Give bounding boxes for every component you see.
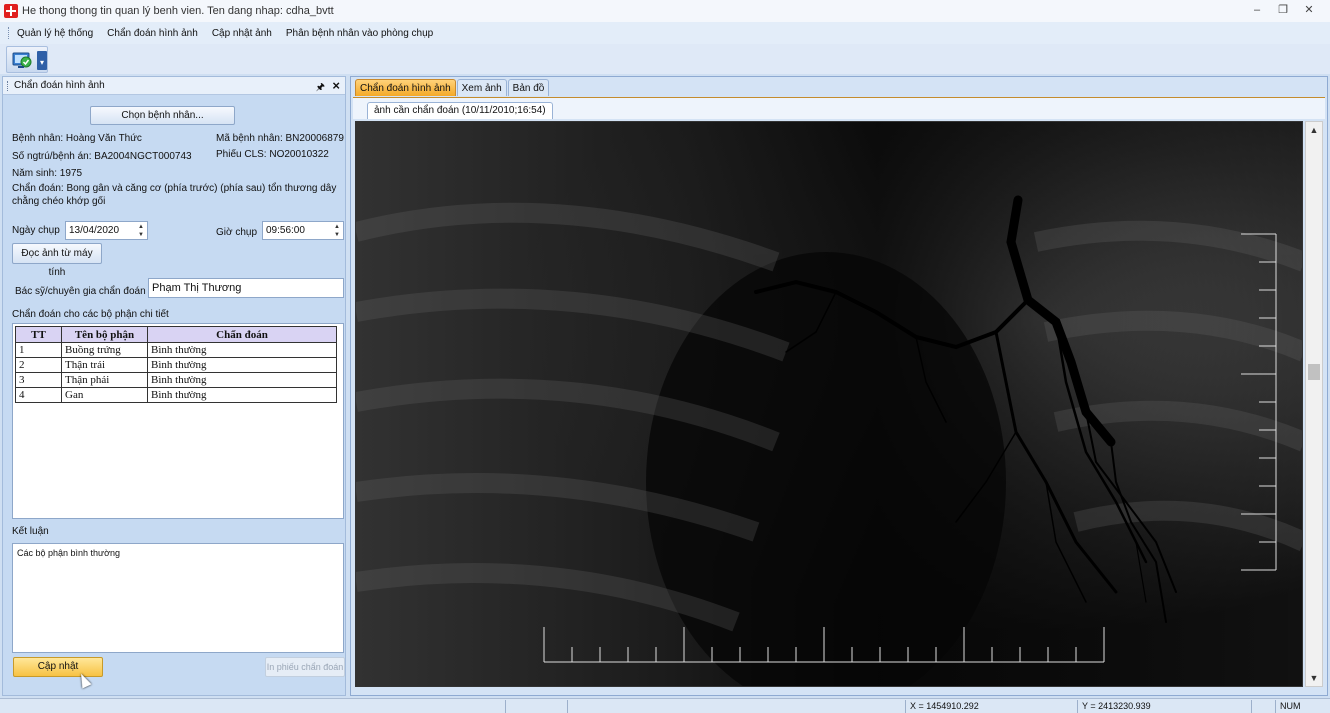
conclusion-textarea[interactable]: Các bộ phận bình thường [12, 543, 344, 653]
table-row[interactable]: 3 Thận phải Bình thường [15, 372, 337, 388]
patient-tool-icon[interactable] [11, 50, 33, 70]
date-value: 13/04/2020 [69, 225, 120, 236]
time-value: 09:56:00 [266, 225, 305, 236]
scroll-up-icon[interactable]: ▲ [1306, 122, 1322, 138]
status-y-coordinate: Y = 2413230.939 [1077, 700, 1251, 713]
tab-image-diagnosis[interactable]: Chẩn đoán hình ảnh [355, 79, 456, 96]
cell-diagnosis[interactable]: Bình thường [147, 387, 337, 403]
cell-diagnosis[interactable]: Bình thường [147, 342, 337, 358]
status-x-coordinate: X = 1454910.292 [905, 700, 1077, 713]
cell-part[interactable]: Thận phải [61, 372, 148, 388]
status-cell-2 [567, 700, 905, 713]
panel-title: Chẩn đoán hình ảnh [14, 80, 105, 91]
cell-tt[interactable]: 4 [15, 387, 62, 403]
tab-view-image[interactable]: Xem ảnh [456, 79, 507, 96]
status-num-lock: NUM [1275, 700, 1330, 713]
app-icon [4, 4, 18, 18]
close-icon[interactable]: × [332, 78, 340, 93]
read-image-button[interactable]: Đọc ảnh từ máy tính [12, 243, 102, 278]
close-window-button[interactable]: ✕ [1296, 2, 1322, 18]
patient-id: Mã bệnh nhân: BN20006879 [216, 133, 344, 144]
diagnosis-panel: Chẩn đoán hình ảnh 🖈 × Chọn bệnh nhân...… [2, 76, 346, 696]
conclusion-value: Các bộ phận bình thường [17, 548, 120, 558]
conclusion-label: Kết luận [12, 526, 49, 537]
menu-image-diagnosis[interactable]: Chẩn đoán hình ảnh [107, 28, 198, 39]
detail-table: TT Tên bộ phận Chẩn đoán 1 Buồng trứng B… [15, 326, 337, 403]
panel-header: Chẩn đoán hình ảnh 🖈 × [3, 77, 345, 95]
title-bar: He thong thong tin quan lý benh vien. Te… [0, 0, 1330, 22]
col-header-tt[interactable]: TT [15, 326, 62, 343]
cell-part[interactable]: Thận trái [61, 357, 148, 373]
menu-grip [8, 27, 11, 39]
doctor-field[interactable]: Phạm Thị Thương [148, 278, 344, 298]
doctor-value: Phạm Thị Thương [152, 282, 242, 294]
scroll-thumb[interactable] [1308, 364, 1320, 380]
subtab-bar: ảnh cần chẩn đoán (10/11/2010;16:54) [353, 97, 1325, 119]
window-title: He thong thong tin quan lý benh vien. Te… [22, 5, 334, 17]
cell-part[interactable]: Buồng trứng [61, 342, 148, 358]
col-header-part[interactable]: Tên bộ phận [61, 326, 148, 343]
tab-map[interactable]: Bản đồ [507, 79, 550, 96]
menu-update-image[interactable]: Cập nhật ảnh [212, 28, 272, 39]
date-label: Ngày chụp [12, 225, 60, 236]
record-number: Số ngtrú/bệnh án: BA2004NGCT000743 [12, 151, 192, 162]
time-label: Giờ chụp [216, 227, 258, 238]
col-header-diagnosis[interactable]: Chẩn đoán [147, 326, 337, 343]
diagnosis-text: Chẩn đoán: Bong gân và căng cơ (phía trư… [12, 183, 337, 207]
table-row[interactable]: 4 Gan Bình thường [15, 387, 337, 403]
pin-icon[interactable]: 🖈 [316, 80, 325, 97]
subtab-image-to-diagnose[interactable]: ảnh cần chẩn đoán (10/11/2010;16:54) [367, 102, 553, 119]
cell-tt[interactable]: 1 [15, 342, 62, 358]
toolbar: ▾ [0, 44, 1330, 74]
table-row[interactable]: 1 Buồng trứng Bình thường [15, 342, 337, 358]
tab-bar: Chẩn đoán hình ảnh Xem ảnh Bản đồ [355, 79, 550, 97]
cell-tt[interactable]: 2 [15, 357, 62, 373]
panel-grip [7, 80, 9, 91]
restore-button[interactable]: ❐ [1270, 2, 1296, 18]
cell-diagnosis[interactable]: Bình thường [147, 372, 337, 388]
scroll-down-icon[interactable]: ▼ [1306, 670, 1322, 686]
detail-grid[interactable]: TT Tên bộ phận Chẩn đoán 1 Buồng trứng B… [12, 323, 344, 519]
patient-name: Bệnh nhân: Hoàng Văn Thức [12, 133, 142, 144]
menu-assign-patient-room[interactable]: Phân bệnh nhân vào phòng chụp [286, 28, 433, 39]
toolbar-group: ▾ [6, 46, 48, 73]
cls-slip: Phiếu CLS: NO20010322 [216, 149, 329, 160]
cell-diagnosis[interactable]: Bình thường [147, 357, 337, 373]
xray-image-viewer[interactable] [355, 121, 1303, 687]
status-cell-1 [505, 700, 567, 713]
time-spin-icon[interactable]: ▲ ▼ [333, 223, 341, 239]
table-row[interactable]: 2 Thận trái Bình thường [15, 357, 337, 373]
menu-system-management[interactable]: Quản lý hệ thống [17, 28, 93, 39]
date-picker[interactable]: 13/04/2020 ▲ ▼ [65, 221, 148, 240]
print-diagnosis-button: In phiếu chẩn đoán [265, 657, 345, 677]
update-button[interactable]: Cập nhật [13, 657, 103, 677]
cell-tt[interactable]: 3 [15, 372, 62, 388]
choose-patient-button[interactable]: Chọn bệnh nhân... [90, 106, 235, 125]
status-cell-5 [1251, 700, 1275, 713]
cell-part[interactable]: Gan [61, 387, 148, 403]
toolbar-dropdown-icon[interactable]: ▾ [37, 51, 47, 70]
birth-year: Năm sinh: 1975 [12, 168, 83, 179]
detail-title: Chẩn đoán cho các bộ phận chi tiết [12, 309, 169, 320]
minimize-button[interactable]: – [1244, 2, 1270, 18]
vertical-scrollbar[interactable]: ▲ ▼ [1305, 121, 1323, 687]
angiogram-image[interactable] [356, 122, 1303, 687]
time-picker[interactable]: 09:56:00 ▲ ▼ [262, 221, 344, 240]
menu-bar: Quản lý hệ thống Chẩn đoán hình ảnh Cập … [0, 22, 1330, 44]
status-bar: X = 1454910.292 Y = 2413230.939 NUM [0, 698, 1330, 713]
doctor-label: Bác sỹ/chuyên gia chẩn đoán [15, 286, 146, 297]
image-panel: Chẩn đoán hình ảnh Xem ảnh Bản đồ ảnh cầ… [350, 76, 1328, 696]
date-spin-icon[interactable]: ▲ ▼ [137, 223, 145, 239]
